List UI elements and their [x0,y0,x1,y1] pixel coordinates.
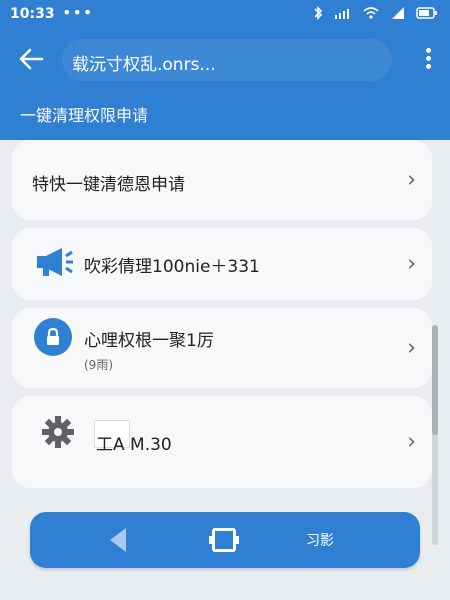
list-item-permission[interactable]: 心哩权根一聚1厉 (9雨) › [12,308,432,388]
cellular-icon [390,6,406,23]
list-item-title: 特快一键清德恩申请 [32,175,185,195]
page-title: 载沅寸权乱.onrs... [72,55,216,75]
app-bar: 载沅寸权乱.onrs... [0,30,450,90]
subtitle-band: 一键清理权限申请 [0,90,450,140]
title-field[interactable]: 载沅寸权乱.onrs... [62,39,392,81]
section-subtitle: 一键清理权限申请 [20,106,149,125]
chevron-right-icon: › [407,167,416,193]
list-item-title: 工A M.30 [96,435,172,455]
wifi-icon [362,6,380,23]
bottom-navigation: 习影 [30,512,420,568]
app-screen: 10:33 ••• 载沅寸权乱.onrs... 一键清理权限申请 特快一键清德恩… [0,0,450,600]
bluetooth-icon [312,6,324,23]
list-item-title: 吹彩倩理100nie＋331 [84,257,260,277]
megaphone-icon [34,244,74,280]
lock-icon [34,318,72,356]
chevron-right-icon: › [407,429,416,455]
chevron-right-icon: › [407,335,416,361]
list-item-title: 心哩权根一聚1厉 [84,331,214,351]
list-item-quick-request[interactable]: 特快一键清德恩申请 › [12,140,432,220]
status-time: 10:33 [10,6,55,22]
list-item-settings[interactable]: 工A M.30 › [12,396,432,488]
nav-label[interactable]: 习影 [306,530,334,550]
status-dots: ••• [62,3,94,22]
list-item-cleanup[interactable]: 吹彩倩理100nie＋331 › [12,228,432,300]
battery-icon [416,7,438,22]
gear-icon [40,414,76,450]
status-icons [312,6,438,23]
chevron-right-icon: › [407,251,416,277]
status-bar: 10:33 ••• [0,0,450,30]
signal-bars-icon [334,6,352,23]
back-arrow-icon[interactable] [16,44,46,74]
more-options-icon[interactable] [418,48,438,72]
nav-recent-apps-icon[interactable] [209,528,239,552]
scrollbar-thumb[interactable] [432,325,438,435]
nav-back-icon[interactable] [110,528,126,552]
list-item-subtitle: (9雨) [84,358,113,372]
